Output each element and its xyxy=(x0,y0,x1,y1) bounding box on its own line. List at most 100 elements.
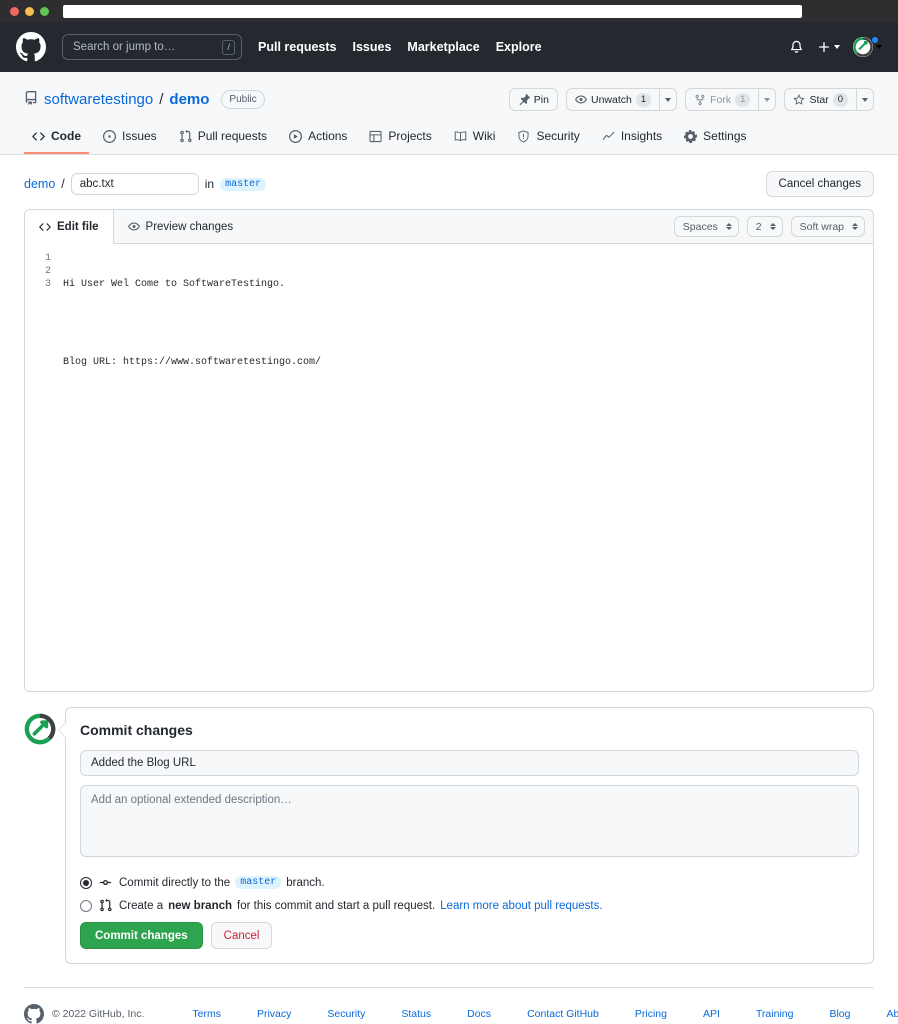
sidebar-item-wiki[interactable]: Wiki xyxy=(446,123,504,154)
path-repo-link[interactable]: demo xyxy=(24,177,55,191)
star-count: 0 xyxy=(833,93,848,107)
main-content: demo / in master Cancel changes Edit fil… xyxy=(0,155,898,970)
indent-width-select[interactable]: 2 xyxy=(747,216,783,237)
unwatch-dropdown-button[interactable] xyxy=(659,88,677,111)
chevron-down-icon xyxy=(876,45,882,49)
cancel-changes-button[interactable]: Cancel changes xyxy=(766,171,874,197)
sidebar-item-code[interactable]: Code xyxy=(24,123,89,154)
sidebar-item-actions[interactable]: Actions xyxy=(281,123,355,154)
radio-commit-directly[interactable] xyxy=(80,877,92,889)
star-dropdown-button[interactable] xyxy=(856,88,874,111)
unwatch-button[interactable]: Unwatch 1 xyxy=(566,88,659,111)
branch-chip: master xyxy=(220,178,266,191)
line-number-gutter: 1 2 3 xyxy=(25,252,61,691)
maximize-window-button[interactable] xyxy=(40,7,49,16)
radio-create-new-branch[interactable] xyxy=(80,900,92,912)
commit-option-direct[interactable]: Commit directly to the master branch. xyxy=(80,876,859,889)
filename-input[interactable] xyxy=(71,173,199,195)
footer-link-docs[interactable]: Docs xyxy=(467,1008,491,1020)
user-menu[interactable] xyxy=(853,37,882,57)
git-pull-request-icon xyxy=(179,130,192,143)
tab-label: Insights xyxy=(621,129,662,143)
play-icon xyxy=(289,130,302,143)
plus-icon xyxy=(817,40,831,54)
footer-link-blog[interactable]: Blog xyxy=(829,1008,850,1020)
bell-icon[interactable] xyxy=(789,40,804,55)
search-placeholder: Search or jump to… xyxy=(73,41,222,53)
line-number: 3 xyxy=(25,278,51,291)
sidebar-item-pull-requests[interactable]: Pull requests xyxy=(171,123,275,154)
sidebar-item-issues[interactable]: Issues xyxy=(95,123,165,154)
github-mark-icon[interactable] xyxy=(16,32,46,62)
page-footer: © 2022 GitHub, Inc. Terms Privacy Securi… xyxy=(24,987,874,1024)
file-editor: Edit file Preview changes Spaces 2 xyxy=(24,209,874,692)
code-editor-area[interactable]: 1 2 3 Hi User Wel Come to SoftwareTestin… xyxy=(25,244,873,691)
pin-button[interactable]: Pin xyxy=(509,88,558,111)
fork-button[interactable]: Fork 1 xyxy=(685,88,758,111)
updown-arrows-icon xyxy=(852,223,858,230)
search-input[interactable]: Search or jump to… / xyxy=(62,34,242,60)
star-button[interactable]: Star 0 xyxy=(784,88,856,111)
commit-message-input[interactable] xyxy=(80,750,859,776)
tab-edit-file[interactable]: Edit file xyxy=(25,210,114,244)
fork-label: Fork xyxy=(710,94,731,106)
nav-issues[interactable]: Issues xyxy=(353,40,392,54)
indent-mode-select[interactable]: Spaces xyxy=(674,216,739,237)
footer-links: Terms Privacy Security Status Docs Conta… xyxy=(192,1008,898,1020)
sidebar-item-security[interactable]: Security xyxy=(509,123,587,154)
footer-link-training[interactable]: Training xyxy=(756,1008,794,1020)
star-button-group: Star 0 xyxy=(784,88,874,111)
footer-link-pricing[interactable]: Pricing xyxy=(635,1008,667,1020)
footer-link-api[interactable]: API xyxy=(703,1008,720,1020)
sidebar-item-insights[interactable]: Insights xyxy=(594,123,670,154)
repo-separator: / xyxy=(159,91,163,108)
footer-link-about[interactable]: About xyxy=(886,1008,898,1020)
minimize-window-button[interactable] xyxy=(25,7,34,16)
footer-link-contact-github[interactable]: Contact GitHub xyxy=(527,1008,599,1020)
footer-link-security[interactable]: Security xyxy=(327,1008,365,1020)
commit-form-title: Commit changes xyxy=(80,722,859,738)
commit-changes-button[interactable]: Commit changes xyxy=(80,922,203,949)
commit-description-input[interactable] xyxy=(80,785,859,857)
footer-link-terms[interactable]: Terms xyxy=(192,1008,221,1020)
global-nav: Pull requests Issues Marketplace Explore xyxy=(258,40,542,54)
code-line: Blog URL: https://www.softwaretestingo.c… xyxy=(63,356,873,369)
code-content[interactable]: Hi User Wel Come to SoftwareTestingo. Bl… xyxy=(61,252,873,691)
repo-name-link[interactable]: demo xyxy=(169,91,209,108)
line-wrap-select[interactable]: Soft wrap xyxy=(791,216,865,237)
nav-explore[interactable]: Explore xyxy=(496,40,542,54)
cancel-changes-label: Cancel changes xyxy=(779,178,861,190)
breadcrumb: softwaretestingo / demo Public xyxy=(24,90,265,109)
code-icon xyxy=(32,130,45,143)
pin-label: Pin xyxy=(534,94,549,106)
tab-label: Edit file xyxy=(57,221,99,233)
repository-nav-tabs: Code Issues Pull requests Actions Projec… xyxy=(24,123,874,154)
browser-window: Search or jump to… / Pull requests Issue… xyxy=(0,0,898,1024)
new-branch-strong: new branch xyxy=(168,900,232,912)
pin-icon xyxy=(518,94,530,106)
footer-link-status[interactable]: Status xyxy=(401,1008,431,1020)
footer-link-privacy[interactable]: Privacy xyxy=(257,1008,291,1020)
cancel-button[interactable]: Cancel xyxy=(211,922,273,949)
url-bar[interactable] xyxy=(63,5,802,18)
eye-icon xyxy=(575,94,587,106)
nav-marketplace[interactable]: Marketplace xyxy=(407,40,479,54)
fork-dropdown-button[interactable] xyxy=(758,88,776,111)
tab-preview-changes[interactable]: Preview changes xyxy=(114,210,249,243)
repo-owner-link[interactable]: softwaretestingo xyxy=(44,91,153,108)
commit-directly-label: Commit directly to the master branch. xyxy=(119,876,325,889)
sidebar-item-projects[interactable]: Projects xyxy=(361,123,439,154)
repository-title-row: softwaretestingo / demo Public Pin Unwat… xyxy=(24,88,874,111)
close-window-button[interactable] xyxy=(10,7,19,16)
tab-label: Pull requests xyxy=(198,129,267,143)
star-icon xyxy=(793,94,805,106)
chevron-down-icon xyxy=(764,98,770,102)
learn-more-pull-requests-link[interactable]: Learn more about pull requests. xyxy=(440,900,602,912)
nav-pull-requests[interactable]: Pull requests xyxy=(258,40,337,54)
os-window-chrome xyxy=(0,0,898,22)
sidebar-item-settings[interactable]: Settings xyxy=(676,123,754,154)
new-branch-text-after: for this commit and start a pull request… xyxy=(237,900,435,912)
commit-option-new-branch[interactable]: Create a new branch for this commit and … xyxy=(80,899,859,912)
create-new-menu[interactable] xyxy=(817,40,840,54)
issue-opened-icon xyxy=(103,130,116,143)
